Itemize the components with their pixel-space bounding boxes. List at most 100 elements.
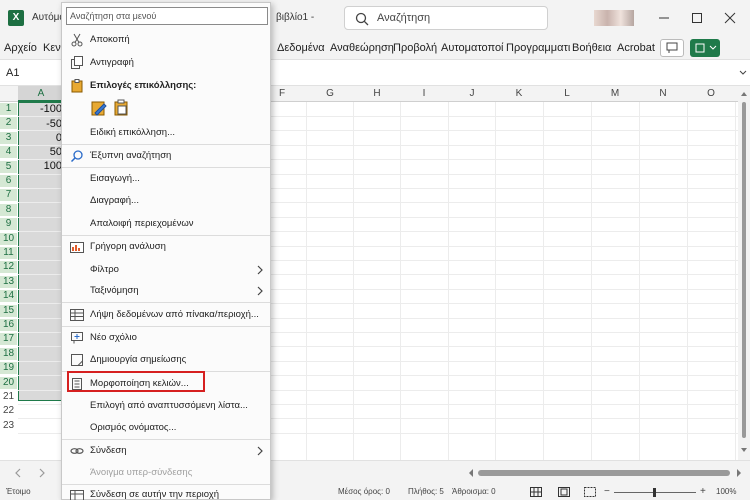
scroll-right-icon[interactable]: [736, 469, 742, 477]
row-header[interactable]: 4: [0, 146, 17, 158]
paste-formatting-icon[interactable]: [90, 99, 108, 117]
minimize-icon[interactable]: [656, 10, 672, 26]
tab-automate[interactable]: Αυτοματοποί: [441, 42, 504, 54]
menu-item-quick-analysis[interactable]: Γρήγορη ανάλυση: [62, 237, 270, 257]
tab-acrobat[interactable]: Acrobat: [617, 42, 655, 54]
vertical-scrollbar[interactable]: [738, 86, 750, 460]
normal-view-icon[interactable]: [530, 487, 542, 497]
column-header-g[interactable]: G: [306, 88, 354, 99]
row-header[interactable]: 1: [0, 103, 17, 115]
row-header[interactable]: 7: [0, 189, 17, 201]
prev-sheet-icon[interactable]: [14, 468, 22, 478]
row-header[interactable]: 18: [0, 348, 17, 360]
tab-view[interactable]: Προβολή: [393, 42, 437, 54]
row-header[interactable]: 17: [0, 333, 17, 345]
row-header[interactable]: 12: [0, 261, 17, 273]
menu-item-delete[interactable]: Διαγραφή...: [62, 191, 270, 211]
share-icon: [695, 43, 717, 53]
next-sheet-icon[interactable]: [38, 468, 46, 478]
column-header-a[interactable]: A: [18, 86, 64, 102]
tab-home[interactable]: Κεν: [43, 42, 61, 54]
zoom-level[interactable]: 100%: [716, 487, 736, 496]
tab-data[interactable]: Δεδομένα: [277, 42, 325, 54]
row-header[interactable]: 5: [0, 161, 17, 173]
menu-item-get-data[interactable]: Λήψη δεδομένων από πίνακα/περιοχή...: [62, 305, 270, 325]
menu-item-paste-special[interactable]: Ειδική επικόλληση...: [62, 123, 270, 143]
column-header-i[interactable]: I: [400, 88, 448, 99]
scroll-thumb[interactable]: [742, 102, 746, 438]
share-button[interactable]: [690, 39, 720, 57]
row-header[interactable]: 9: [0, 218, 17, 230]
tab-review[interactable]: Αναθεώρηση: [330, 42, 394, 54]
page-layout-icon[interactable]: [558, 487, 570, 497]
account-avatar[interactable]: [594, 10, 634, 26]
menu-item-insert[interactable]: Εισαγωγή...: [62, 169, 270, 189]
tab-help[interactable]: Βοήθεια: [572, 42, 611, 54]
menu-item-pick-from-list[interactable]: Επιλογή από αναπτυσσόμενη λίστα...: [62, 396, 270, 416]
row-header[interactable]: 22: [0, 405, 17, 417]
maximize-icon[interactable]: [689, 10, 705, 26]
cell-a3[interactable]: 0: [18, 132, 62, 144]
row-header[interactable]: 3: [0, 132, 17, 144]
row-header[interactable]: 10: [0, 233, 17, 245]
gridline: [591, 102, 592, 460]
paste-icon[interactable]: [112, 99, 130, 117]
menu-label: Ειδική επικόλληση...: [90, 127, 176, 138]
row-header[interactable]: 15: [0, 305, 17, 317]
zoom-out-button[interactable]: −: [604, 486, 610, 497]
column-header-l[interactable]: L: [543, 88, 591, 99]
menu-label: Λήψη δεδομένων από πίνακα/περιοχή...: [90, 309, 259, 320]
close-icon[interactable]: [722, 10, 738, 26]
column-header-n[interactable]: N: [639, 88, 687, 99]
cell-a2[interactable]: -50: [18, 118, 62, 130]
scroll-left-icon[interactable]: [468, 469, 474, 477]
menu-item-link[interactable]: Σύνδεση: [62, 441, 270, 461]
column-header-m[interactable]: M: [591, 88, 639, 99]
column-header-k[interactable]: K: [495, 88, 543, 99]
menu-label: Σύνδεση σε αυτήν την περιοχή: [90, 489, 220, 500]
comments-button[interactable]: [660, 39, 684, 57]
menu-item-link-to-range[interactable]: Σύνδεση σε αυτήν την περιοχή: [62, 485, 270, 500]
menu-item-filter[interactable]: Φίλτρο: [62, 260, 270, 280]
row-header[interactable]: 23: [0, 420, 17, 432]
page-break-icon[interactable]: [584, 487, 596, 497]
cell-a5[interactable]: 100: [18, 160, 62, 172]
menu-item-new-note[interactable]: Δημιουργία σημείωσης: [62, 350, 270, 370]
cell-a1[interactable]: -100: [18, 103, 62, 115]
row-header[interactable]: 8: [0, 204, 17, 216]
menu-item-clear-contents[interactable]: Απαλοιφή περιεχομένων: [62, 214, 270, 234]
search-box[interactable]: Αναζήτηση: [344, 6, 548, 30]
menu-item-cut[interactable]: Αποκοπή: [62, 30, 270, 50]
scroll-up-icon[interactable]: [740, 90, 748, 98]
zoom-in-button[interactable]: +: [700, 486, 706, 497]
row-header[interactable]: 11: [0, 247, 17, 259]
search-placeholder: Αναζήτηση: [377, 12, 431, 24]
tab-file[interactable]: Αρχείο: [4, 42, 37, 54]
horizontal-scrollbar[interactable]: [478, 470, 730, 476]
menu-item-define-name[interactable]: Ορισμός ονόματος...: [62, 418, 270, 438]
row-header[interactable]: 16: [0, 319, 17, 331]
menu-item-new-comment[interactable]: Νέο σχόλιο: [62, 328, 270, 348]
chevron-down-icon[interactable]: [738, 68, 748, 78]
tab-developer[interactable]: Προγραμματι: [506, 42, 570, 54]
menu-label: Απαλοιφή περιεχομένων: [90, 218, 194, 229]
row-header[interactable]: 13: [0, 276, 17, 288]
row-header[interactable]: 14: [0, 290, 17, 302]
row-header[interactable]: 19: [0, 362, 17, 374]
row-header[interactable]: 20: [0, 377, 17, 389]
row-header[interactable]: 21: [0, 391, 17, 403]
column-header-o[interactable]: O: [687, 88, 735, 99]
menu-item-sort[interactable]: Ταξινόμηση: [62, 281, 270, 301]
row-header[interactable]: 2: [0, 117, 17, 129]
menu-item-copy[interactable]: Αντιγραφή: [62, 53, 270, 73]
menu-item-smart-lookup[interactable]: Έξυπνη αναζήτηση: [62, 146, 270, 166]
column-header-j[interactable]: J: [448, 88, 496, 99]
menu-label: Επιλογή από αναπτυσσόμενη λίστα...: [90, 400, 248, 411]
name-box[interactable]: A1: [4, 64, 60, 82]
row-header[interactable]: 6: [0, 175, 17, 187]
scroll-down-icon[interactable]: [740, 446, 748, 454]
column-header-h[interactable]: H: [353, 88, 401, 99]
zoom-slider-thumb[interactable]: [653, 488, 656, 497]
menu-search-input[interactable]: Αναζήτηση στα μενού: [66, 7, 268, 25]
cell-a4[interactable]: 50: [18, 146, 62, 158]
